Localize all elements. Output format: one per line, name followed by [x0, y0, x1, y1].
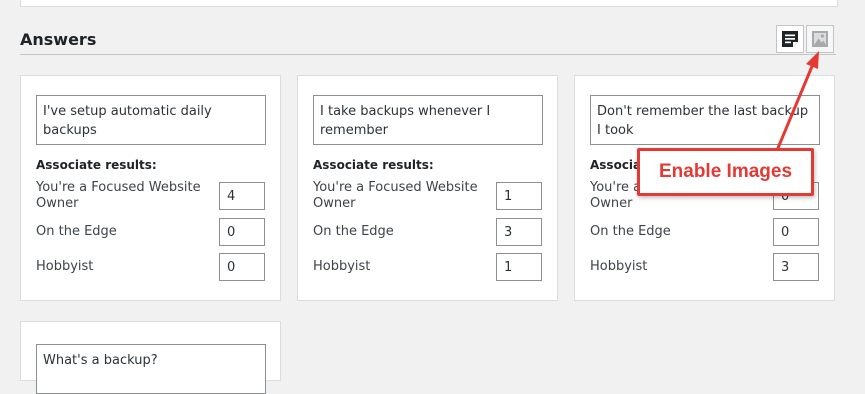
- text-mode-button[interactable]: [776, 25, 804, 53]
- associate-results-label: Associate results:: [313, 158, 434, 172]
- answer-text-input[interactable]: What's a backup?: [36, 344, 266, 394]
- text-answers-icon: [782, 31, 798, 47]
- result-label: On the Edge: [313, 224, 394, 239]
- answer-card: I take backups whenever I remember Assoc…: [297, 75, 558, 301]
- associate-results-label: Associate results:: [36, 158, 157, 172]
- result-label: Hobbyist: [590, 259, 648, 274]
- result-label: On the Edge: [36, 224, 117, 239]
- result-score-input[interactable]: [219, 182, 265, 210]
- result-score-input[interactable]: [773, 218, 819, 246]
- enable-images-callout: Enable Images: [637, 148, 814, 196]
- result-label: You're a Focused Website Owner: [36, 180, 201, 211]
- result-label: Hobbyist: [313, 259, 371, 274]
- image-mode-button[interactable]: [806, 25, 834, 53]
- result-score-input[interactable]: [219, 253, 265, 281]
- result-label: You're a Focused Website Owner: [313, 180, 478, 211]
- result-score-input[interactable]: [219, 218, 265, 246]
- answers-heading: Answers: [20, 30, 97, 49]
- answer-card: I've setup automatic daily backups Assoc…: [20, 75, 281, 301]
- result-score-input[interactable]: [496, 182, 542, 210]
- image-answers-icon: [812, 31, 828, 47]
- result-label: Hobbyist: [36, 259, 94, 274]
- result-score-input[interactable]: [773, 253, 819, 281]
- result-label: On the Edge: [590, 224, 671, 239]
- answer-card: What's a backup?: [20, 321, 281, 394]
- result-score-input[interactable]: [496, 253, 542, 281]
- answer-text-input[interactable]: Don't remember the last backup I took: [590, 95, 820, 145]
- description-textarea[interactable]: [20, 0, 838, 7]
- section-divider: [20, 54, 836, 55]
- answer-text-input[interactable]: I take backups whenever I remember: [313, 95, 543, 145]
- result-score-input[interactable]: [496, 218, 542, 246]
- answer-text-input[interactable]: I've setup automatic daily backups: [36, 95, 266, 145]
